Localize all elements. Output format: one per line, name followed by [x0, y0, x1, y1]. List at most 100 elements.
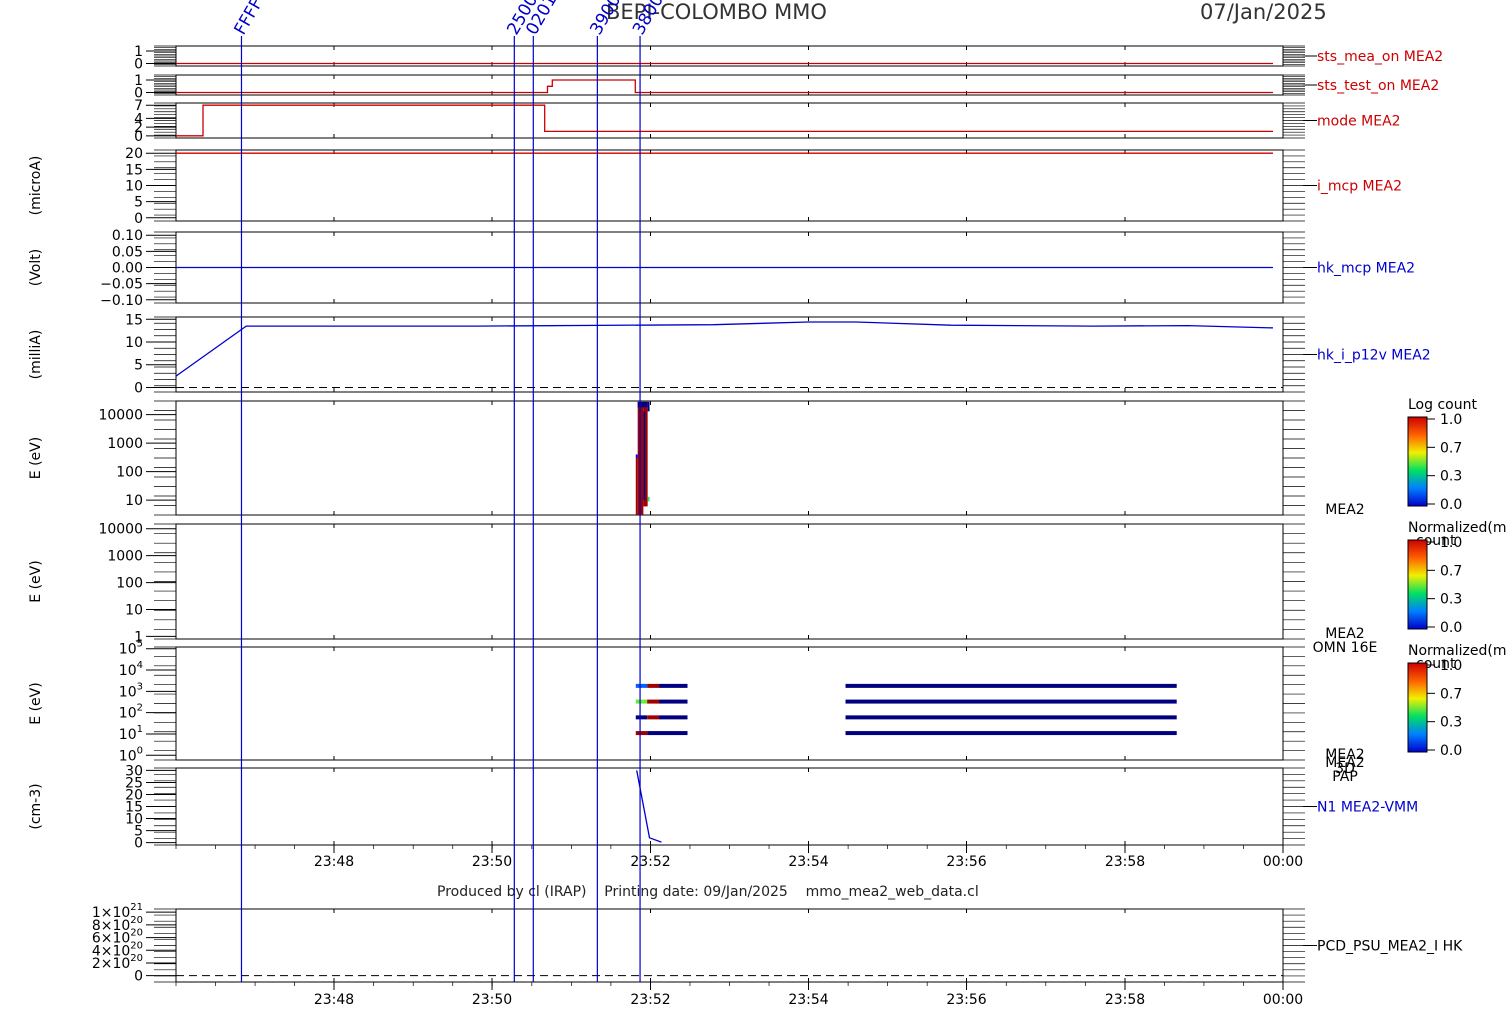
spectrogram-cell: [643, 411, 646, 501]
y-tick-label: 10000: [98, 408, 143, 424]
energy-band-segment: [635, 715, 648, 720]
spectrogram-cell: [637, 401, 648, 408]
panel-frame: [175, 400, 1284, 516]
y-tick-label: 10000: [98, 522, 143, 538]
spectrogram-cell: [647, 401, 650, 412]
data-line: [176, 104, 1273, 137]
y-tick-exponent: 20: [130, 928, 143, 939]
series-label: sts_mea_on MEA2: [1317, 49, 1443, 65]
series-label: mode MEA2: [1317, 114, 1401, 130]
panel-6: 15 10 5 0 (milliA) hk_i_p12v MEA2: [28, 312, 1431, 396]
panel-frame: [175, 316, 1284, 393]
y-tick-label: 100: [116, 465, 143, 481]
energy-band-segment: [647, 731, 688, 736]
time-axis-2: 23:48 23:50 23:52 23:54 23:56 23:58 00:00: [175, 982, 1303, 1008]
colorbar-tick-label: 0.3: [1440, 469, 1462, 485]
spectrogram-cell: [635, 454, 638, 458]
y-tick-label: 5: [134, 195, 143, 211]
y-axis-title: (cm-3): [28, 783, 44, 829]
colorbar-tick-label: 0.7: [1440, 563, 1462, 579]
panel-1: 10 sts_mea_on MEA2: [134, 44, 1443, 73]
y-tick-label: 104: [119, 660, 143, 679]
colorbar-tick-label: 1.0: [1440, 412, 1462, 428]
y-tick-exponent: 3: [137, 681, 143, 692]
y-tick-exponent: 4: [137, 660, 143, 671]
energy-band-segment: [647, 715, 660, 720]
y-tick-label: 10: [125, 335, 143, 351]
y-tick-exponent: 2: [137, 703, 143, 714]
y-tick-label: −0.05: [100, 277, 143, 293]
energy-band-segment: [635, 699, 648, 704]
y-tick-label: 0.10: [112, 228, 143, 244]
energy-band-segment: [845, 683, 1177, 688]
energy-band-segment: [659, 683, 688, 688]
energy-band-segment: [647, 699, 660, 704]
y-tick-label: 0: [134, 57, 143, 73]
y-axis-title: (Volt): [28, 249, 44, 286]
y-tick-exponent: 20: [130, 953, 143, 964]
colorbar-tick-label: 0.0: [1440, 497, 1462, 513]
energy-band-segment: [647, 683, 660, 688]
y-tick-exponent: 20: [130, 940, 143, 951]
spectrogram-cell: [635, 458, 638, 515]
panels-layer: 10 sts_mea_on MEA210 sts_test_on MEA27420m…: [28, 44, 1507, 1008]
time-tick-label: 23:50: [472, 854, 512, 870]
series-label: PCD_PSU_MEA2_I HK: [1317, 939, 1463, 955]
colorbar: [1407, 662, 1428, 753]
time-tick-label: 23:50: [472, 992, 512, 1008]
colorbar-title: Log count: [1408, 397, 1477, 413]
y-tick-label: 20: [125, 146, 143, 162]
y-axis-title: (milliA): [28, 330, 44, 380]
panel-2: 10 sts_test_on MEA2: [134, 73, 1439, 102]
energy-band-segment: [845, 731, 1177, 736]
energy-band-segment: [635, 683, 648, 688]
mea2-quicklook-plot: BEPI-COLOMBO MMO 07/Jan/2025 Produced by…: [28, 0, 1507, 1008]
panel-3: 7420mode MEA2: [134, 98, 1400, 145]
time-tick-label: 23:54: [788, 992, 828, 1008]
time-tick-label: 23:54: [788, 854, 828, 870]
panel-7: 10000 1000 100 10 E (eV) MEA2 Log count1.0 0.7 0…: [28, 397, 1477, 518]
series-label: N1 MEA2-VMM: [1317, 800, 1418, 816]
plot-date: 07/Jan/2025: [1200, 0, 1327, 24]
y-tick-label: 100: [116, 576, 143, 592]
time-tick-label: 23:58: [1105, 854, 1145, 870]
time-tick-label: 23:48: [314, 992, 354, 1008]
time-axis-1: 23:48 23:50 23:52 23:54 23:56 23:58 00:00: [175, 845, 1303, 870]
footer-credit: Produced by cl (IRAP) Printing date: 09/…: [437, 884, 979, 900]
y-axis-title: E (eV): [28, 560, 44, 602]
time-tick-label: 23:56: [946, 854, 986, 870]
time-tick-label: 23:56: [946, 992, 986, 1008]
y-tick-label: 0: [134, 969, 143, 985]
y-tick-exponent: 1: [137, 724, 143, 735]
y-tick-label: 1000: [107, 436, 143, 452]
event-marker-label: FFFF: [230, 0, 267, 38]
colorbar-tick-label: 0.3: [1440, 715, 1462, 731]
panel-5: 0.100.050.00−0.05−0.10 (Volt) hk_mcp MEA2: [28, 228, 1415, 309]
data-line: [176, 79, 1273, 94]
colorbar-tick-label: 0.0: [1440, 620, 1462, 636]
y-tick-label: 0: [134, 836, 143, 852]
panel-12: 1×10218×10206×10204×10202×10200PCD_PSU_M…: [92, 902, 1463, 984]
time-tick-label: 23:48: [314, 854, 354, 870]
panel-4: 20151050 (microA) i_mcp MEA2: [28, 146, 1402, 227]
y-tick-label: 102: [119, 703, 143, 722]
panel-frame: [175, 149, 1284, 222]
series-label: sts_test_on MEA2: [1317, 78, 1439, 94]
y-axis-title: (microA): [28, 156, 44, 216]
y-tick-label: 103: [119, 681, 143, 700]
series-label-upper: MEA2: [1325, 755, 1364, 771]
panel-frame: [175, 767, 1284, 846]
y-tick-label: −0.10: [100, 293, 143, 309]
y-axis-title: E (eV): [28, 682, 44, 724]
y-tick-exponent: 5: [137, 639, 143, 650]
colorbar-tick-label: 0.3: [1440, 592, 1462, 608]
spectrogram-cell: [647, 496, 650, 502]
event-markers-layer: FFFF 25000201 3900 3800: [230, 0, 668, 982]
y-tick-exponent: 0: [137, 745, 143, 756]
data-line: [175, 321, 1274, 377]
y-tick-label: 5: [134, 358, 143, 374]
series-label: MEA2: [1325, 502, 1364, 518]
y-tick-label: 0: [134, 211, 143, 227]
series-label: hk_i_p12v MEA2: [1317, 348, 1431, 364]
y-tick-exponent: 21: [130, 902, 143, 913]
